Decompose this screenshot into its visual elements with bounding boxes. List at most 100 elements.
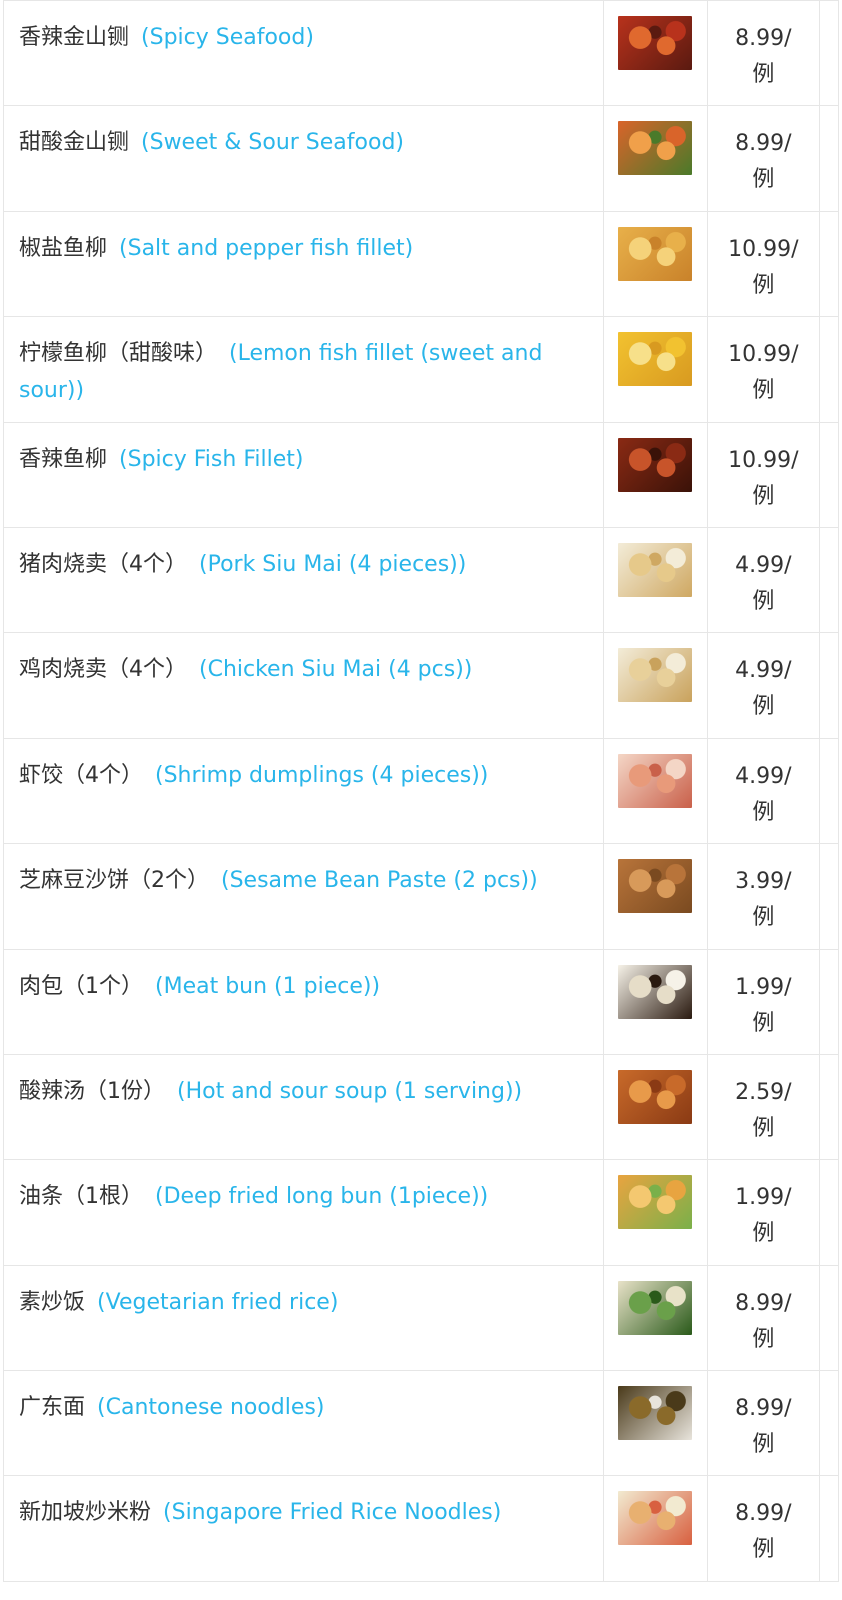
dish-name-cell: 香辣金山铡 (Spicy Seafood) (3, 0, 604, 107)
price-cell: 2.59/例 (706, 1053, 820, 1161)
dish-image-cell (602, 105, 708, 212)
menu-item-row: 素炒饭 (Vegetarian fried rice) 8.99/例 (3, 1264, 840, 1372)
dish-image-cell (602, 1053, 708, 1161)
dish-image-cell (602, 948, 708, 1055)
price-unit: 例 (752, 799, 775, 825)
edge-cell (818, 0, 840, 107)
price-value: 3.99/ (735, 869, 792, 895)
edge-cell (818, 316, 840, 423)
menu-item-row: 酸辣汤（1份） (Hot and sour soup (1 serving)) 2.… (3, 1053, 840, 1161)
price-value: 8.99/ (735, 1396, 792, 1422)
dish-name-english: (Pork Siu Mai (4 pieces)) (199, 551, 467, 577)
price-cell: 1.99/例 (706, 948, 820, 1055)
lemon-fish-photo[interactable] (618, 332, 693, 387)
price-cell: 4.99/例 (706, 737, 820, 845)
edge-cell (818, 632, 840, 739)
spicy-seafood-photo[interactable] (618, 16, 693, 70)
price-value: 8.99/ (735, 131, 792, 157)
menu-item-row: 芝麻豆沙饼（2个） (Sesame Bean Paste (2 pcs)) 3.99… (3, 843, 840, 950)
price-cell: 10.99/例 (706, 316, 820, 423)
dish-image-cell (602, 210, 708, 318)
spicy-fish-photo[interactable] (618, 437, 693, 492)
dish-name-cell: 猪肉烧卖（4个） (Pork Siu Mai (4 pieces)) (3, 526, 604, 634)
dish-image-cell (602, 316, 708, 423)
dish-name-english: (Shrimp dumplings (4 pieces)) (155, 762, 489, 788)
menu-item-row: 油条（1根） (Deep fried long bun (1piece)) 1.99… (3, 1159, 840, 1266)
dish-name-english: (Sesame Bean Paste (2 pcs)) (221, 868, 538, 894)
dish-name-chinese: 芝麻豆沙饼（2个） (19, 868, 209, 894)
dish-image-cell (602, 526, 708, 634)
dish-image-cell (602, 0, 708, 107)
dish-name-chinese: 香辣鱼柳 (19, 446, 108, 472)
price-cell: 8.99/例 (706, 0, 820, 107)
edge-cell (818, 526, 840, 634)
edge-cell (818, 421, 840, 528)
price-cell: 10.99/例 (706, 210, 820, 318)
dish-name-english: (Meat bun (1 piece)) (155, 973, 381, 999)
price-unit: 例 (752, 1326, 775, 1352)
dish-name-chinese: 油条（1根） (19, 1184, 143, 1210)
dish-name-chinese: 甜酸金山铡 (19, 130, 130, 156)
menu-body: 香辣金山铡 (Spicy Seafood) 8.99/例甜酸金山铡 (Sweet & … (3, 0, 840, 1582)
price-cell: 4.99/例 (706, 526, 820, 634)
menu-table: 香辣金山铡 (Spicy Seafood) 8.99/例甜酸金山铡 (Sweet & … (3, 0, 840, 1582)
shrimp-dumplings-photo[interactable] (618, 753, 693, 808)
price-unit: 例 (752, 905, 775, 931)
dish-name-cell: 香辣鱼柳 (Spicy Fish Fillet) (3, 421, 604, 528)
dish-name-chinese: 香辣金山铡 (19, 25, 130, 50)
dish-name-cell: 甜酸金山铡 (Sweet & Sour Seafood) (3, 105, 604, 212)
edge-cell (818, 105, 840, 212)
edge-cell (818, 1370, 840, 1477)
dish-name-chinese: 新加坡炒米粉 (19, 1500, 152, 1526)
price-value: 4.99/ (735, 552, 792, 578)
price-cell: 8.99/例 (706, 1370, 820, 1477)
dish-name-english: (Deep fried long bun (1piece)) (155, 1184, 489, 1210)
dish-name-cell: 鸡肉烧卖（4个） (Chicken Siu Mai (4 pcs)) (3, 632, 604, 739)
menu-item-row: 猪肉烧卖（4个） (Pork Siu Mai (4 pieces)) 4.99/例 (3, 526, 840, 634)
dish-name-english: (Spicy Seafood) (141, 25, 314, 50)
dish-image-cell (602, 421, 708, 528)
price-value: 1.99/ (735, 974, 792, 1000)
price-unit: 例 (752, 483, 775, 509)
menu-item-row: 香辣金山铡 (Spicy Seafood) 8.99/例 (3, 0, 840, 107)
dish-name-cell: 柠檬鱼柳（甜酸味） (Lemon fish fillet (sweet and s… (3, 316, 604, 423)
dish-name-chinese: 素炒饭 (19, 1289, 86, 1315)
chicken-siu-mai-photo[interactable] (618, 648, 693, 703)
menu-item-row: 柠檬鱼柳（甜酸味） (Lemon fish fillet (sweet and s… (3, 316, 840, 423)
dish-image-cell (602, 632, 708, 739)
dish-name-english: (Salt and pepper fish fillet) (119, 235, 414, 261)
edge-cell (818, 1053, 840, 1161)
dish-image-cell (602, 1264, 708, 1372)
dish-name-chinese: 广东面 (19, 1395, 86, 1421)
dish-name-chinese: 虾饺（4个） (19, 762, 143, 788)
price-value: 2.59/ (735, 1079, 792, 1105)
dish-name-cell: 油条（1根） (Deep fried long bun (1piece)) (3, 1159, 604, 1266)
price-cell: 1.99/例 (706, 1159, 820, 1266)
hot-sour-soup-photo[interactable] (618, 1069, 693, 1124)
dish-name-chinese: 柠檬鱼柳（甜酸味） (19, 341, 218, 367)
price-cell: 8.99/例 (706, 105, 820, 212)
price-unit: 例 (752, 378, 775, 404)
edge-cell (818, 1159, 840, 1266)
sweet-sour-seafood-photo[interactable] (618, 121, 693, 176)
sesame-bean-paste-photo[interactable] (618, 859, 693, 914)
cantonese-noodles-photo[interactable] (618, 1386, 693, 1441)
price-value: 8.99/ (735, 1290, 792, 1316)
price-cell: 8.99/例 (706, 1475, 820, 1582)
dish-name-english: (Chicken Siu Mai (4 pcs)) (199, 657, 473, 683)
price-value: 1.99/ (735, 1185, 792, 1211)
price-value: 10.99/ (728, 447, 799, 473)
dish-image-cell (602, 843, 708, 950)
dish-name-chinese: 椒盐鱼柳 (19, 235, 108, 261)
salt-pepper-fish-photo[interactable] (618, 226, 693, 281)
dish-name-cell: 芝麻豆沙饼（2个） (Sesame Bean Paste (2 pcs)) (3, 843, 604, 950)
price-value: 10.99/ (728, 342, 799, 368)
meat-bun-photo[interactable] (618, 964, 693, 1019)
fried-bun-photo[interactable] (618, 1175, 693, 1230)
price-unit: 例 (752, 1010, 775, 1036)
vegetarian-fried-rice-photo[interactable] (618, 1280, 693, 1335)
singapore-noodles-photo[interactable] (618, 1491, 693, 1546)
dish-image-cell (602, 737, 708, 845)
price-unit: 例 (752, 272, 775, 298)
pork-siu-mai-photo[interactable] (618, 542, 693, 597)
